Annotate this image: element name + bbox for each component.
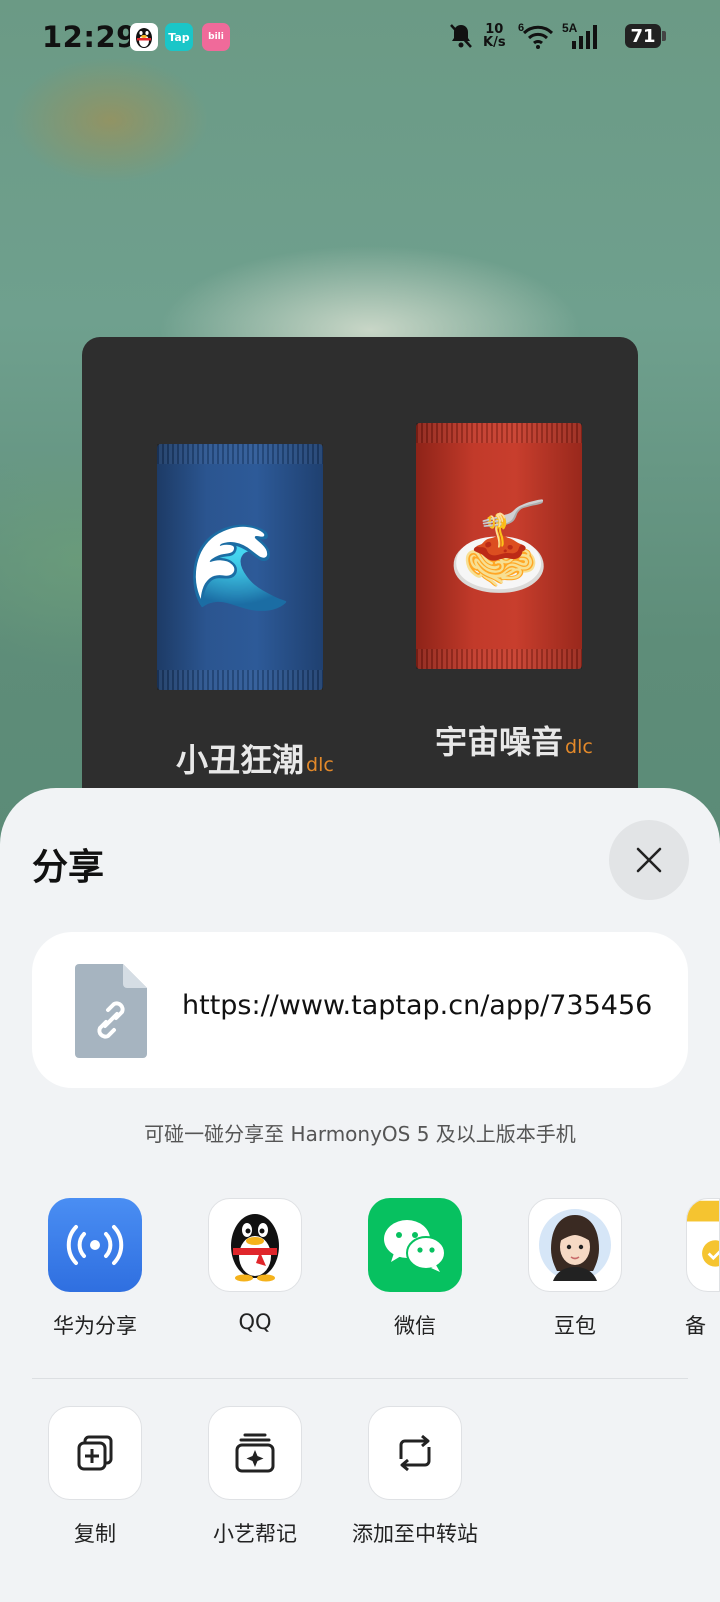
link-file-icon: [75, 964, 147, 1058]
copy-icon: [48, 1406, 142, 1500]
action-label: 添加至中转站: [352, 1522, 478, 1546]
sheet-title: 分享: [32, 847, 105, 888]
net-speed: 10 K/s: [483, 20, 506, 52]
share-target-doubao[interactable]: 豆包: [495, 1198, 655, 1340]
taptap-notification-icon: Tap: [165, 23, 193, 51]
svg-text:6: 6: [518, 22, 524, 34]
close-icon: [636, 847, 662, 873]
close-button[interactable]: [609, 820, 689, 900]
wifi-icon: 6: [518, 20, 558, 52]
dlc-name: 小丑狂潮: [176, 741, 305, 779]
share-target-label: QQ: [238, 1310, 272, 1334]
doubao-avatar-icon: [528, 1198, 622, 1292]
transfer-station-action[interactable]: 添加至中转站: [335, 1406, 495, 1548]
share-target-huawei-share[interactable]: 华为分享: [15, 1198, 175, 1340]
svg-text:5A: 5A: [562, 21, 578, 35]
actions-row: 复制 小艺帮记 添加至中转站: [0, 1406, 720, 1556]
battery-indicator: 71: [625, 24, 661, 48]
cellular-signal-icon: 5A: [562, 20, 606, 52]
net-speed-unit: K/s: [483, 35, 506, 50]
share-target-label: 华为分享: [53, 1314, 137, 1338]
share-target-memo[interactable]: 备: [655, 1198, 720, 1340]
action-label: 复制: [74, 1522, 116, 1546]
copy-action[interactable]: 复制: [15, 1406, 175, 1548]
share-target-label: 备: [685, 1314, 706, 1338]
action-label: 小艺帮记: [213, 1522, 297, 1546]
dlc-name: 宇宙噪音: [435, 723, 564, 761]
share-sheet: 分享 https://www.taptap.cn/app/735456 可碰一碰…: [0, 788, 720, 1602]
share-target-qq[interactable]: QQ: [175, 1198, 335, 1334]
share-targets-row: 华为分享 QQ 微信 豆包 备: [0, 1198, 720, 1338]
clock: 12:29: [42, 20, 137, 54]
battery-level: 71: [630, 25, 656, 47]
spaghetti-icon: 🍝: [446, 496, 552, 595]
tap-share-hint: 可碰一碰分享至 HarmonyOS 5 及以上版本手机: [144, 1122, 576, 1146]
wechat-icon: [368, 1198, 462, 1292]
wave-icon: 🌊: [187, 517, 293, 616]
transfer-station-icon: [368, 1406, 462, 1500]
silent-bell-icon: [448, 20, 474, 52]
shared-content-preview: 🌊 🍝 小丑狂潮 dlc 宇宙噪音 dlc: [82, 337, 638, 817]
link-preview-card[interactable]: https://www.taptap.cn/app/735456: [32, 932, 688, 1088]
share-target-label: 豆包: [554, 1314, 596, 1338]
dlc-title-2: 宇宙噪音 dlc: [435, 717, 593, 763]
section-divider: [32, 1378, 688, 1379]
status-bar: 12:29 Tap bili 10 K/s 6 5A 71: [0, 0, 720, 72]
huawei-share-icon: [48, 1198, 142, 1292]
qq-penguin-icon: [208, 1198, 302, 1292]
battery-tip: [662, 31, 666, 41]
dlc-title-1: 小丑狂潮 dlc: [176, 735, 334, 781]
dlc-pack-1: 🌊: [157, 444, 323, 690]
share-target-label: 微信: [394, 1314, 436, 1338]
dlc-badge: dlc: [565, 736, 593, 758]
xiaoyi-note-icon: [208, 1406, 302, 1500]
xiaoyi-note-action[interactable]: 小艺帮记: [175, 1406, 335, 1548]
share-target-wechat[interactable]: 微信: [335, 1198, 495, 1340]
dlc-badge: dlc: [306, 754, 334, 776]
memo-icon: [686, 1198, 720, 1292]
shared-url: https://www.taptap.cn/app/735456: [182, 990, 653, 1021]
qq-notification-icon: [130, 23, 158, 51]
dlc-pack-2: 🍝: [416, 423, 582, 669]
bilibili-notification-icon: bili: [202, 23, 230, 51]
